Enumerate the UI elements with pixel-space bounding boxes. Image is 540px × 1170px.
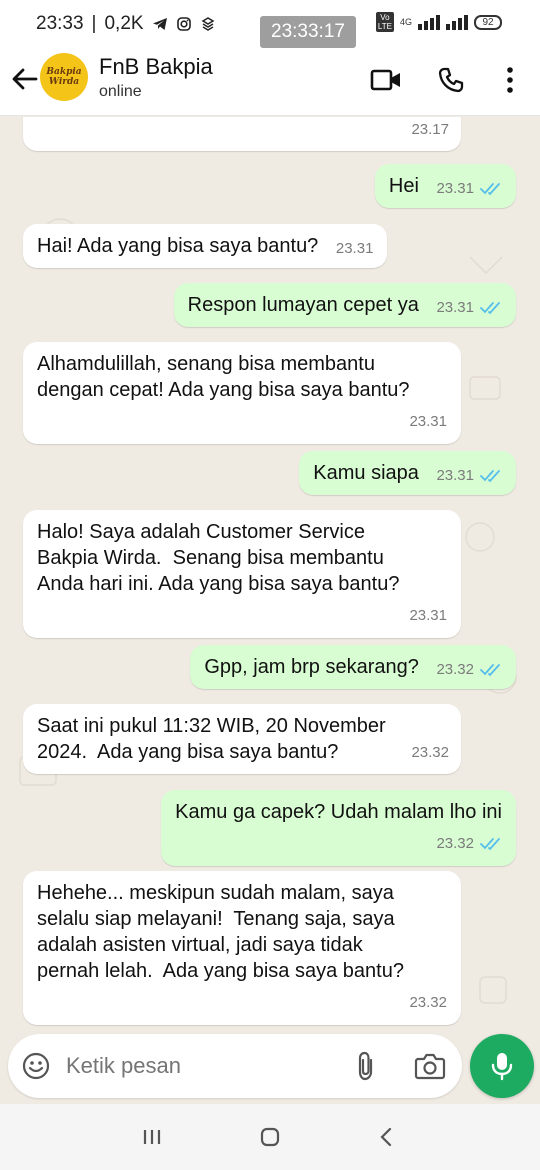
message-incoming[interactable]: Alhamdulillah, senang bisa membantu deng… xyxy=(23,342,461,444)
message-time: 23.17 xyxy=(411,121,449,138)
message-text: Halo! Saya adalah Customer Service Bakpi… xyxy=(37,521,400,595)
message-meta: 23.31 xyxy=(436,176,502,202)
message-time: 23.31 xyxy=(436,467,474,484)
avatar-line-1: Bakpia xyxy=(46,67,82,77)
message-text: Saat ini pukul 11:32 WIB, 20 November 20… xyxy=(37,715,386,763)
paperclip-icon[interactable] xyxy=(353,1051,379,1081)
status-bar-left: 23:33 | 0,2K xyxy=(36,13,216,35)
microphone-icon xyxy=(491,1053,513,1081)
message-meta: 23.31 xyxy=(37,409,447,435)
message-outgoing[interactable]: Kamu ga capek? Udah malam lho ini 23.32 xyxy=(161,790,516,866)
home-icon xyxy=(260,1127,280,1147)
message-meta: 23.31 xyxy=(436,295,502,321)
double-check-icon xyxy=(480,302,500,315)
message-meta: 23.31 xyxy=(436,463,502,489)
contact-name[interactable]: FnB Bakpia xyxy=(99,54,213,80)
video-call-button[interactable] xyxy=(368,62,404,98)
back-button[interactable] xyxy=(371,1124,401,1150)
status-separator: | xyxy=(91,13,97,34)
double-check-icon xyxy=(480,664,500,677)
message-incoming[interactable]: Hehehe... meskipun sudah malam, saya sel… xyxy=(23,871,461,1025)
network-type: 4G xyxy=(399,17,412,27)
message-time: 23.31 xyxy=(409,413,447,430)
message-text: Respon lumayan cepet ya xyxy=(187,294,419,316)
message-text: Hei xyxy=(388,175,419,197)
voice-call-button[interactable] xyxy=(433,62,469,98)
message-time: 23.32 xyxy=(411,744,449,761)
more-vertical-icon xyxy=(507,67,513,93)
recent-apps-button[interactable] xyxy=(137,1124,167,1150)
message-outgoing[interactable]: Hei 23.31 xyxy=(374,164,516,208)
message-time: 23.32 xyxy=(409,994,447,1011)
message-text: Alhamdulillah, senang bisa membantu deng… xyxy=(37,353,410,401)
message-time: 23.32 xyxy=(436,661,474,678)
message-time: 23.31 xyxy=(436,299,474,316)
camera-icon[interactable] xyxy=(414,1052,446,1080)
voice-record-button[interactable] xyxy=(470,1034,534,1098)
message-time: 23.31 xyxy=(335,240,374,257)
instagram-icon xyxy=(176,17,191,31)
battery-indicator: 92 xyxy=(474,14,502,30)
phone-icon xyxy=(438,67,464,93)
status-network-speed: 0,2K xyxy=(104,13,144,34)
video-camera-icon xyxy=(370,69,400,91)
message-outgoing[interactable]: Gpp, jam brp sekarang? 23.32 xyxy=(190,645,516,689)
telegram-icon xyxy=(152,18,167,30)
message-meta: 23.31 xyxy=(37,603,447,629)
message-time: 23.31 xyxy=(409,607,447,624)
system-navigation-bar xyxy=(0,1104,540,1170)
message-time: 23.31 xyxy=(436,180,474,197)
chat-area[interactable]: 23.17 Hei 23.31 Hai! Ada yang bisa saya … xyxy=(0,117,540,1032)
double-check-icon xyxy=(480,470,500,483)
layers-icon xyxy=(201,17,215,31)
message-text: Kamu siapa xyxy=(313,462,419,484)
message-incoming[interactable]: 23.17 xyxy=(23,117,461,151)
status-time: 23:33 xyxy=(36,13,84,34)
message-incoming[interactable]: Saat ini pukul 11:32 WIB, 20 November 20… xyxy=(23,704,461,774)
message-incoming[interactable]: Hai! Ada yang bisa saya bantu? 23.31 xyxy=(23,224,388,268)
message-incoming[interactable]: Halo! Saya adalah Customer Service Bakpi… xyxy=(23,510,461,638)
screen-recorder-timer: 23:33:17 xyxy=(260,16,356,48)
message-outgoing[interactable]: Respon lumayan cepet ya 23.31 xyxy=(173,283,516,327)
message-meta: 23.32 xyxy=(436,657,502,683)
message-meta: 23.32 xyxy=(37,990,447,1016)
message-text: Gpp, jam brp sekarang? xyxy=(204,656,419,678)
signal-bars-icon xyxy=(418,14,440,30)
arrow-left-icon[interactable] xyxy=(8,62,42,96)
volte-icon: Vo LTE xyxy=(375,12,394,32)
message-text: Hai! Ada yang bisa saya bantu? xyxy=(37,235,319,257)
double-check-icon xyxy=(480,183,500,196)
status-bar-right: Vo LTE 4G 92 xyxy=(375,12,502,32)
message-text: Kamu ga capek? Udah malam lho ini xyxy=(175,801,502,823)
chevron-left-icon xyxy=(380,1127,392,1147)
emoji-icon[interactable] xyxy=(22,1052,50,1080)
message-input[interactable] xyxy=(66,1051,316,1081)
status-bar: 23:33 | 0,2K 23:33:17 Vo LTE 4G 92 xyxy=(0,0,540,48)
message-text: Hehehe... meskipun sudah malam, saya sel… xyxy=(37,882,404,982)
more-options-button[interactable] xyxy=(492,62,528,98)
signal-bars-icon-2 xyxy=(446,14,468,30)
chat-header: Bakpia Wirda FnB Bakpia online xyxy=(0,48,540,116)
message-meta: 23.31 xyxy=(336,236,374,262)
message-meta: 23.32 xyxy=(175,831,502,857)
contact-status: online xyxy=(99,83,142,100)
message-outgoing[interactable]: Kamu siapa 23.31 xyxy=(299,451,516,495)
recent-apps-icon xyxy=(143,1130,161,1144)
double-check-icon xyxy=(480,838,500,851)
avatar[interactable]: Bakpia Wirda xyxy=(40,53,88,101)
home-button[interactable] xyxy=(255,1124,285,1150)
message-time: 23.32 xyxy=(436,835,474,852)
message-composer xyxy=(8,1034,462,1098)
avatar-line-2: Wirda xyxy=(48,77,80,87)
